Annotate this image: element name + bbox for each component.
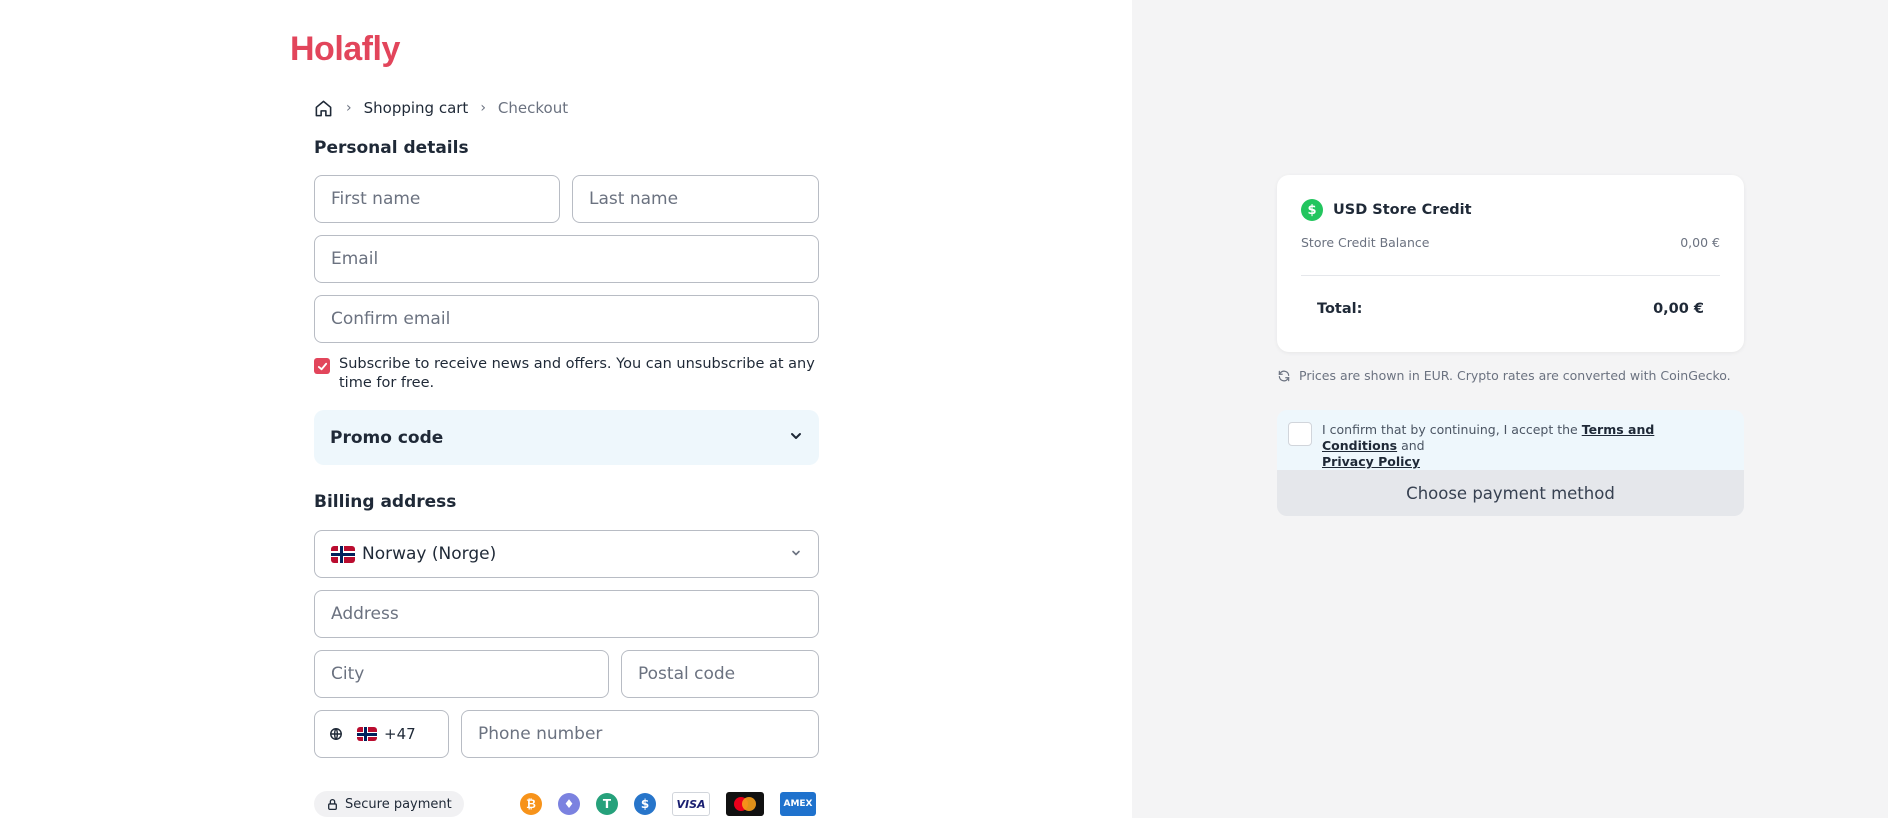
amex-icon: AMEX bbox=[780, 792, 816, 816]
confirm-email-field[interactable] bbox=[314, 295, 819, 343]
total-row: Total: 0,00 € bbox=[1317, 301, 1704, 317]
secure-payment-badge: Secure payment bbox=[314, 791, 464, 817]
store-credit-balance-row: Store Credit Balance 0,00 € bbox=[1301, 235, 1720, 250]
phone-code-value: +47 bbox=[384, 725, 416, 743]
subscribe-label: Subscribe to receive news and offers. Yo… bbox=[339, 356, 815, 391]
city-input[interactable] bbox=[331, 664, 592, 684]
subscribe-row: Subscribe to receive news and offers. Yo… bbox=[314, 355, 819, 393]
subscribe-checkbox[interactable] bbox=[314, 358, 330, 374]
terms-prefix: I confirm that by continuing, I accept t… bbox=[1322, 422, 1582, 437]
country-value: Norway (Norge) bbox=[362, 544, 497, 564]
currency-note-text: Prices are shown in EUR. Crypto rates ar… bbox=[1299, 368, 1731, 383]
phone-country-code-select[interactable]: +47 bbox=[314, 710, 449, 758]
promo-code-label: Promo code bbox=[330, 427, 444, 448]
chevron-down-icon bbox=[790, 544, 802, 564]
address-input[interactable] bbox=[331, 604, 802, 624]
mastercard-icon bbox=[726, 792, 764, 816]
currency-note: Prices are shown in EUR. Crypto rates ar… bbox=[1277, 368, 1731, 383]
balance-label: Store Credit Balance bbox=[1301, 235, 1430, 250]
breadcrumb-checkout: Checkout bbox=[497, 99, 569, 117]
first-name-field[interactable] bbox=[314, 175, 560, 223]
email-input[interactable] bbox=[331, 249, 802, 269]
terms-confirm-row: I confirm that by continuing, I accept t… bbox=[1277, 410, 1744, 470]
bitcoin-icon: ₿ bbox=[520, 793, 542, 815]
norway-flag-icon bbox=[357, 727, 377, 741]
phone-number-input[interactable] bbox=[478, 724, 802, 744]
choose-payment-method-button[interactable]: Choose payment method bbox=[1277, 470, 1744, 516]
divider bbox=[1301, 275, 1720, 276]
terms-text: I confirm that by continuing, I accept t… bbox=[1322, 422, 1733, 470]
postal-code-input[interactable] bbox=[638, 664, 802, 684]
usdc-icon: $ bbox=[634, 793, 656, 815]
norway-flag-icon bbox=[331, 545, 355, 563]
country-select[interactable]: Norway (Norge) bbox=[314, 530, 819, 578]
ethereum-icon: ♦ bbox=[558, 793, 580, 815]
total-label: Total: bbox=[1317, 301, 1363, 317]
phone-number-field[interactable] bbox=[461, 710, 819, 758]
billing-address-heading: Billing address bbox=[314, 492, 457, 512]
email-field[interactable] bbox=[314, 235, 819, 283]
chevron-right-icon: › bbox=[346, 100, 352, 116]
privacy-policy-link[interactable]: Privacy Policy bbox=[1322, 454, 1420, 469]
promo-code-toggle[interactable]: Promo code bbox=[314, 410, 819, 465]
terms-checkbox[interactable] bbox=[1288, 422, 1312, 446]
last-name-field[interactable] bbox=[572, 175, 819, 223]
postal-code-field[interactable] bbox=[621, 650, 819, 698]
order-summary-panel bbox=[1132, 0, 1888, 818]
address-field[interactable] bbox=[314, 590, 819, 638]
home-icon[interactable] bbox=[314, 98, 334, 118]
tether-icon: T bbox=[596, 793, 618, 815]
dollar-icon: $ bbox=[1301, 199, 1323, 221]
total-value: 0,00 € bbox=[1653, 301, 1704, 317]
terms-middle: and bbox=[1397, 438, 1425, 453]
chevron-down-icon bbox=[789, 428, 803, 447]
checkout-form-panel: Holafly › Shopping cart › Checkout Perso… bbox=[0, 0, 1132, 818]
store-credit-title: USD Store Credit bbox=[1333, 202, 1472, 218]
payment-methods: ₿ ♦ T $ VISA AMEX bbox=[520, 791, 816, 817]
checkmark-icon bbox=[317, 362, 327, 370]
city-field[interactable] bbox=[314, 650, 609, 698]
visa-icon: VISA bbox=[672, 792, 710, 816]
chevron-right-icon: › bbox=[480, 100, 486, 116]
breadcrumb-shopping-cart[interactable]: Shopping cart bbox=[364, 99, 469, 117]
secure-payment-label: Secure payment bbox=[345, 796, 452, 812]
personal-details-heading: Personal details bbox=[314, 138, 469, 158]
lock-icon bbox=[328, 798, 337, 810]
globe-icon bbox=[329, 727, 343, 741]
first-name-input[interactable] bbox=[331, 189, 543, 209]
last-name-input[interactable] bbox=[589, 189, 802, 209]
breadcrumb: › Shopping cart › Checkout bbox=[314, 98, 568, 118]
refresh-icon bbox=[1278, 370, 1290, 381]
holafly-logo[interactable]: Holafly bbox=[290, 30, 400, 69]
order-summary-card: $ USD Store Credit Store Credit Balance … bbox=[1277, 175, 1744, 352]
confirm-email-input[interactable] bbox=[331, 309, 802, 329]
balance-value: 0,00 € bbox=[1680, 235, 1720, 250]
